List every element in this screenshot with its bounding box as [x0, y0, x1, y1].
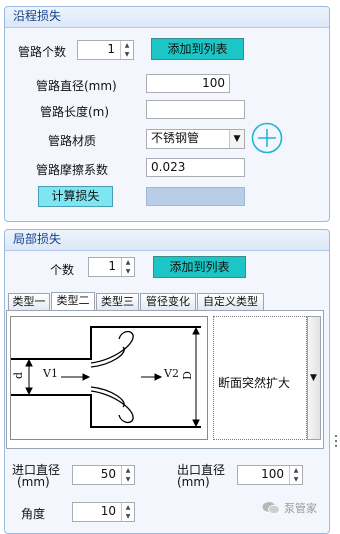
chevron-down-icon[interactable]: ▼: [122, 267, 134, 276]
pipe-length-label: 管路长度(m): [40, 105, 110, 119]
chevron-up-icon[interactable]: ▲: [122, 503, 134, 512]
chevron-up-icon[interactable]: ▲: [290, 466, 302, 475]
pipe-diameter-label: 管路直径(mm): [36, 79, 117, 93]
inlet-diameter-stepper[interactable]: 50 ▲ ▼: [72, 465, 135, 485]
pipe-material-label: 管路材质: [48, 134, 97, 148]
tab-diameter-change[interactable]: 管径变化: [140, 293, 196, 310]
watermark-text: 泵管家: [284, 502, 317, 515]
angle-stepper[interactable]: 10 ▲ ▼: [72, 502, 135, 522]
outlet-diameter-unit: (mm): [177, 475, 210, 489]
pipe-diameter-field[interactable]: 100: [146, 74, 230, 93]
d-small-label: d: [12, 371, 26, 380]
v1-label: V1: [43, 367, 58, 380]
count-arrows[interactable]: ▲ ▼: [121, 258, 134, 276]
watermark: 泵管家: [262, 499, 317, 517]
splitter-handle[interactable]: [335, 435, 337, 449]
friction-coef-field[interactable]: 0.023: [146, 158, 245, 177]
count-stepper[interactable]: 1 ▲ ▼: [88, 257, 135, 277]
pipe-length-field[interactable]: [146, 100, 245, 119]
pipe-count-stepper[interactable]: 1 ▲ ▼: [77, 40, 134, 60]
local-add-to-list-button[interactable]: 添加到列表: [153, 256, 246, 278]
chevron-up-icon[interactable]: ▲: [122, 258, 134, 267]
tab-type-1[interactable]: 类型一: [8, 293, 50, 310]
inlet-diameter-arrows[interactable]: ▲ ▼: [121, 466, 134, 484]
add-to-list-button[interactable]: 添加到列表: [151, 38, 244, 60]
calculate-loss-button[interactable]: 计算损失: [38, 186, 113, 207]
type-selected-text: 断面突然扩大: [218, 376, 291, 390]
angle-value: 10: [100, 504, 116, 518]
friction-coef-label: 管路摩擦系数: [36, 163, 109, 177]
angle-arrows[interactable]: ▲ ▼: [121, 503, 134, 521]
chevron-down-icon[interactable]: ▼: [290, 475, 302, 484]
result-field: [146, 187, 245, 206]
type-selector-dropdown-button[interactable]: ▼: [307, 316, 321, 440]
count-value: 1: [108, 259, 116, 273]
tab-type-2[interactable]: 类型二: [51, 292, 95, 310]
d-large-label: D: [180, 371, 194, 380]
tab-type-3[interactable]: 类型三: [96, 293, 139, 310]
pipe-material-select[interactable]: 不锈钢管 ▼: [146, 129, 245, 149]
local-loss-title: 局部损失: [5, 230, 329, 251]
inlet-diameter-unit: (mm): [17, 475, 50, 489]
outlet-diameter-value: 100: [261, 467, 284, 481]
count-label: 个数: [50, 263, 75, 277]
chevron-down-icon[interactable]: ▼: [229, 130, 244, 148]
outlet-diameter-stepper[interactable]: 100 ▲ ▼: [237, 465, 303, 485]
chevron-down-icon[interactable]: ▼: [122, 512, 134, 521]
add-material-plus-icon[interactable]: [251, 122, 283, 154]
inlet-diameter-value: 50: [100, 467, 116, 481]
chevron-up-icon[interactable]: ▲: [121, 41, 133, 50]
sudden-expansion-diagram: V1 V2 d D: [10, 316, 208, 440]
tab-custom-type[interactable]: 自定义类型: [197, 293, 264, 310]
chevron-down-icon: ▼: [310, 373, 317, 383]
pipe-count-arrows[interactable]: ▲ ▼: [120, 41, 133, 59]
pipe-material-value: 不锈钢管: [151, 131, 200, 145]
pipe-count-label: 管路个数: [18, 45, 67, 59]
type-selector[interactable]: 断面突然扩大: [213, 316, 307, 440]
outlet-diameter-arrows[interactable]: ▲ ▼: [289, 466, 302, 484]
friction-loss-title: 沿程损失: [5, 7, 329, 28]
v2-label: V2: [164, 367, 179, 380]
wechat-icon: [262, 502, 280, 515]
chevron-down-icon[interactable]: ▼: [122, 475, 134, 484]
pipe-count-value: 1: [107, 42, 115, 56]
angle-label: 角度: [21, 507, 46, 521]
chevron-up-icon[interactable]: ▲: [122, 466, 134, 475]
chevron-down-icon[interactable]: ▼: [121, 50, 133, 59]
